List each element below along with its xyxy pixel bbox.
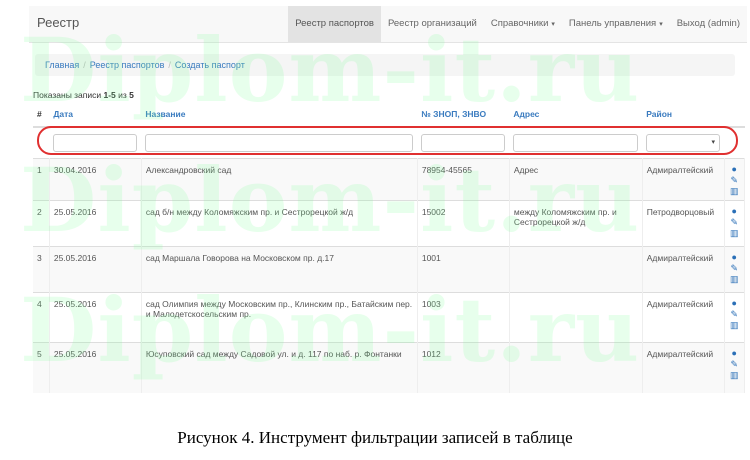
col-znop[interactable]: № ЗНОП, ЗНВО (417, 102, 510, 128)
row-name: Юсуповский сад между Садовой ул. и д. 11… (141, 342, 418, 393)
col-date[interactable]: Дата (49, 102, 142, 128)
row-date: 25.05.2016 (49, 292, 142, 343)
row-date: 25.05.2016 (49, 200, 142, 247)
table-row: 4 25.05.2016 сад Олимпия между Московски… (33, 292, 746, 343)
screenshot: Реестр Реестр паспортов Реестр организац… (29, 6, 747, 406)
row-district: Адмиралтейский (642, 342, 725, 393)
row-date: 30.04.2016 (49, 158, 142, 201)
summary-middle: из (115, 90, 130, 100)
breadcrumb-passport-registry[interactable]: Реестр паспортов (90, 60, 165, 70)
nav-control-panel-dropdown[interactable]: Панель управления ▾ (562, 6, 670, 42)
pencil-icon[interactable]: ✎ (730, 264, 738, 273)
table-row: 3 25.05.2016 сад Маршала Говорова на Мос… (33, 246, 746, 293)
breadcrumb: Главная / Реестр паспортов / Создать паспорт (35, 54, 735, 76)
breadcrumb-separator: / (83, 60, 86, 70)
row-date: 25.05.2016 (49, 246, 142, 293)
row-number: 5 (33, 342, 50, 393)
row-address: Адрес (509, 158, 643, 201)
caret-down-icon: ▾ (659, 21, 663, 28)
pencil-icon[interactable]: ✎ (730, 360, 738, 369)
nav-label: Реестр организаций (387, 18, 477, 29)
trash-icon[interactable]: ▥ (730, 371, 739, 380)
nav-passport-registry[interactable]: Реестр паспортов (288, 6, 381, 42)
nav-organization-registry[interactable]: Реестр организаций (381, 6, 484, 42)
brand[interactable]: Реестр (37, 15, 79, 30)
col-actions (724, 102, 745, 128)
row-number: 2 (33, 200, 50, 247)
summary-total: 5 (129, 90, 134, 100)
trash-icon[interactable]: ▥ (730, 321, 739, 330)
row-actions: ● ✎ ▥ (724, 292, 746, 343)
row-name: сад Маршала Говорова на Московском пр. д… (141, 246, 418, 293)
pencil-icon[interactable]: ✎ (730, 176, 738, 185)
breadcrumb-separator: / (168, 60, 171, 70)
row-znop: 15002 (417, 200, 510, 247)
row-actions: ● ✎ ▥ (724, 158, 746, 201)
row-znop: 1003 (417, 292, 510, 343)
row-znop: 78954-45565 (417, 158, 510, 201)
navbar: Реестр Реестр паспортов Реестр организац… (29, 6, 747, 43)
breadcrumb-home[interactable]: Главная (45, 60, 79, 70)
nav-menu: Реестр паспортов Реестр организаций Спра… (288, 6, 747, 42)
row-district: Петродворцовый (642, 200, 725, 247)
trash-icon[interactable]: ▥ (730, 187, 739, 196)
row-number: 3 (33, 246, 50, 293)
table-row: 1 30.04.2016 Александровский сад 78954-4… (33, 158, 746, 201)
breadcrumb-create-passport[interactable]: Создать паспорт (175, 60, 245, 70)
eye-icon[interactable]: ● (732, 207, 737, 216)
caret-down-icon: ▾ (551, 21, 555, 28)
records-summary: Показаны записи 1-5 из 5 (33, 90, 134, 100)
row-name: сад б/н между Коломяжским пр. и Сестроре… (141, 200, 418, 247)
trash-icon[interactable]: ▥ (730, 275, 739, 284)
table-row: 5 25.05.2016 Юсуповский сад между Садово… (33, 342, 746, 393)
nav-label: Панель управления (568, 18, 657, 29)
col-address[interactable]: Адрес (509, 102, 643, 128)
eye-icon[interactable]: ● (732, 349, 737, 358)
row-district: Адмиралтейский (642, 292, 725, 343)
eye-icon[interactable]: ● (732, 299, 737, 308)
row-actions: ● ✎ ▥ (724, 342, 746, 393)
figure-caption: Рисунок 4. Инструмент фильтрации записей… (177, 428, 573, 447)
row-name: сад Олимпия между Московским пр., Клинск… (141, 292, 418, 343)
eye-icon[interactable]: ● (732, 253, 737, 262)
summary-prefix: Показаны записи (33, 90, 104, 100)
row-address (509, 342, 643, 393)
row-znop: 1001 (417, 246, 510, 293)
row-number: 4 (33, 292, 50, 343)
row-address (509, 246, 643, 293)
nav-label: Справочники (490, 18, 549, 29)
filter-row-highlight (37, 126, 738, 155)
table-header: # Дата Название № ЗНОП, ЗНВО Адрес Район (33, 102, 745, 128)
nav-references-dropdown[interactable]: Справочники ▾ (484, 6, 562, 42)
row-address (509, 292, 643, 343)
row-name: Александровский сад (141, 158, 418, 201)
row-address: между Коломяжским пр. и Сестрорецкой ж/д (509, 200, 643, 247)
table-row: 2 25.05.2016 сад б/н между Коломяжским п… (33, 200, 746, 247)
trash-icon[interactable]: ▥ (730, 229, 739, 238)
nav-label: Выход (admin) (676, 18, 740, 29)
row-znop: 1012 (417, 342, 510, 393)
nav-label: Реестр паспортов (295, 18, 374, 29)
row-number: 1 (33, 158, 50, 201)
col-number: # (33, 102, 50, 128)
col-name[interactable]: Название (141, 102, 418, 128)
eye-icon[interactable]: ● (732, 165, 737, 174)
pencil-icon[interactable]: ✎ (730, 310, 738, 319)
summary-range: 1-5 (103, 90, 116, 100)
pencil-icon[interactable]: ✎ (730, 218, 738, 227)
row-district: Адмиралтейский (642, 158, 725, 201)
row-actions: ● ✎ ▥ (724, 246, 746, 293)
row-district: Адмиралтейский (642, 246, 725, 293)
nav-logout[interactable]: Выход (admin) (670, 6, 747, 42)
col-district[interactable]: Район (642, 102, 725, 128)
row-actions: ● ✎ ▥ (724, 200, 746, 247)
row-date: 25.05.2016 (49, 342, 142, 393)
